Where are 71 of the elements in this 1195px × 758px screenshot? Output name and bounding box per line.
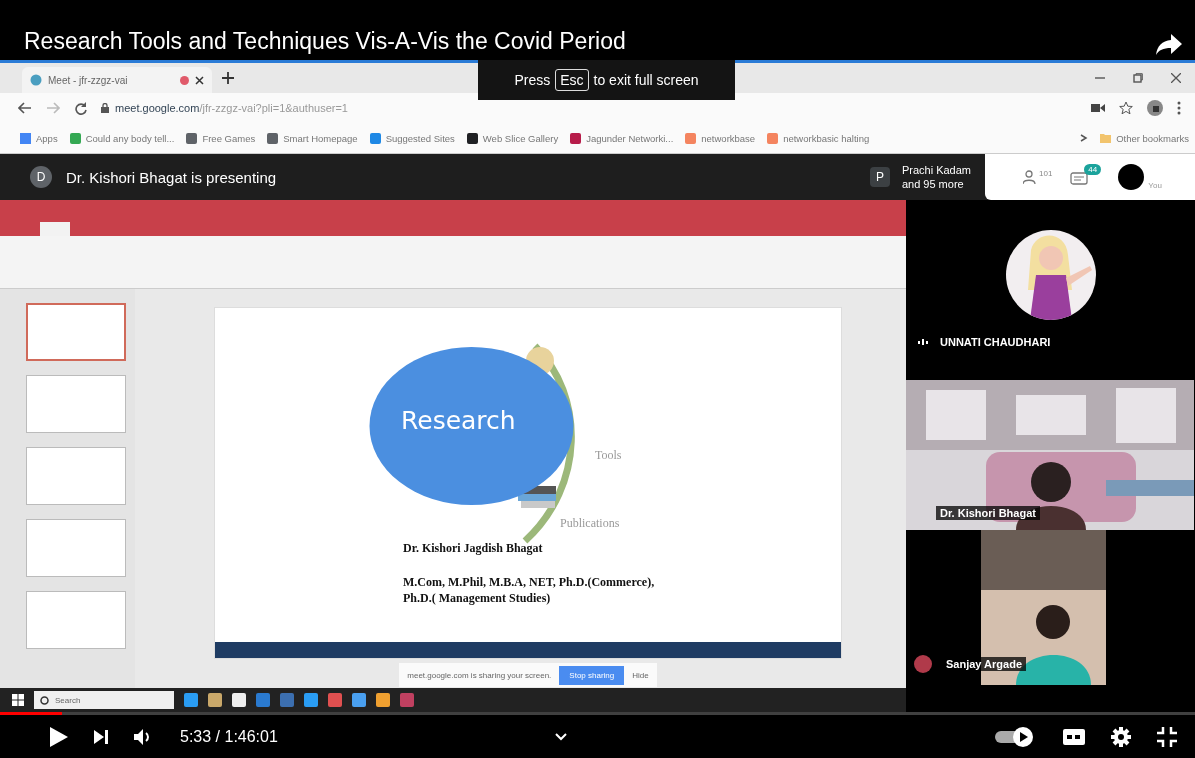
folder-icon [1100, 133, 1112, 143]
chat-badge: 44 [1084, 163, 1102, 175]
new-tab-icon[interactable] [222, 72, 234, 84]
presenting-text: Dr. Kishori Bhagat is presenting [66, 168, 277, 186]
sharing-text: meet.google.com is sharing your screen. [407, 670, 552, 680]
bookmark[interactable]: networkbasic halting [767, 132, 870, 144]
participant-name: Prachi Kadam [901, 163, 971, 177]
qualifications-text: M.Com, M.Phil, M.B.A, NET, Ph.D.(Commerce), [403, 574, 655, 590]
restore-icon[interactable] [1133, 73, 1143, 83]
user-avatar[interactable] [1118, 164, 1145, 190]
progress-bar[interactable] [0, 712, 1195, 715]
close-icon[interactable] [1171, 73, 1181, 83]
lock-icon [101, 103, 109, 113]
browser-tab[interactable]: Meet - jfr-zzgz-vai [22, 67, 212, 93]
slide-thumbnail[interactable] [26, 375, 126, 433]
bookmark[interactable]: Could any body tell... [69, 132, 175, 144]
time-display: 5:33 / 1:46:01 [180, 727, 278, 746]
avatar-icon [914, 655, 932, 673]
reload-icon[interactable] [74, 101, 87, 115]
bookmark[interactable]: Apps [20, 132, 58, 144]
more-icon[interactable] [1177, 101, 1181, 115]
share-icon[interactable] [1155, 32, 1183, 56]
slide-text: Research [401, 406, 516, 435]
bookmark[interactable]: Suggested Sites [369, 132, 455, 144]
you-label: You [1148, 181, 1162, 190]
url-text: meet.google.com/jfr-zzgz-vai?pli=1&authuser=1 [115, 102, 348, 114]
hide-button[interactable]: Hide [632, 670, 649, 680]
windows-icon[interactable] [12, 694, 24, 706]
bookmark[interactable]: networkbase [685, 132, 756, 144]
back-icon[interactable] [18, 102, 32, 114]
bookmark[interactable]: Smart Homepage [267, 132, 358, 144]
captions-icon[interactable] [1063, 728, 1085, 745]
qualifications-text: Ph.D.( Management Studies) [403, 590, 552, 606]
bookmark[interactable]: Jagunder Networki... [570, 132, 674, 144]
slide-thumbnail[interactable] [26, 303, 126, 361]
key-label: Esc [555, 69, 589, 91]
chat-button[interactable]: 44 [1070, 163, 1101, 191]
close-icon[interactable] [195, 75, 204, 85]
next-icon[interactable] [94, 729, 108, 744]
bookmark[interactable]: Free Games [186, 132, 256, 144]
hint-text: to exit full screen [593, 72, 699, 88]
author-name: Dr. Kishori Jagdish Bhagat [403, 541, 543, 556]
circle-icon [40, 695, 49, 705]
participant-count: and 95 more [901, 177, 965, 191]
chat-icon [1070, 171, 1089, 188]
avatar: P [869, 167, 890, 187]
slide-text: Publications [560, 516, 620, 531]
search-field[interactable]: Search [34, 691, 174, 709]
people-button[interactable]: 101 [1023, 170, 1053, 184]
chevron-icon[interactable] [1080, 134, 1089, 142]
bookmark[interactable]: Web Slice Gallery [466, 132, 559, 144]
star-icon[interactable] [1119, 101, 1133, 115]
settings-icon[interactable] [1111, 726, 1131, 747]
tab-title: Meet - jfr-zzgz-vai [48, 74, 128, 86]
camera-icon[interactable] [1091, 103, 1105, 113]
slide-thumbnail[interactable] [26, 447, 126, 505]
participant-name: UNNATI CHAUDHARI [940, 336, 1051, 348]
meet-icon [30, 74, 42, 86]
profile-icon[interactable] [1147, 100, 1163, 116]
slide-text: Tools [595, 448, 622, 463]
exit-fullscreen-icon[interactable] [1157, 726, 1177, 747]
people-icon [1023, 170, 1039, 184]
hint-text: Press [514, 72, 551, 88]
slide-thumbnail[interactable] [26, 591, 126, 649]
audio-icon [918, 338, 930, 346]
avatar: D [30, 166, 52, 188]
bookmark[interactable]: Other bookmarks [1100, 132, 1189, 144]
slide-thumbnail[interactable] [26, 519, 126, 577]
play-icon[interactable] [50, 726, 68, 747]
stop-sharing-button[interactable]: Stop sharing [559, 665, 625, 685]
video-title: Research Tools and Techniques Vis-A-Vis the Covid Period [24, 27, 626, 56]
